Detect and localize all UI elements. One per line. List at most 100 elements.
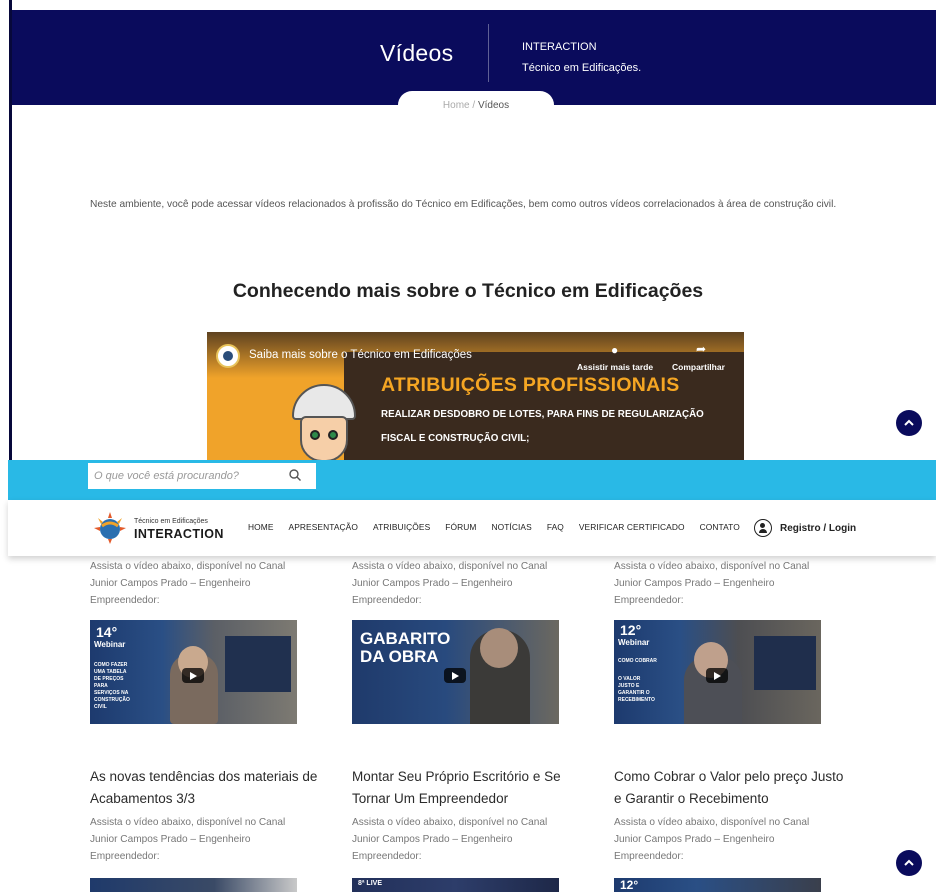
logo-tagline: Técnico em Edificações xyxy=(134,518,208,525)
breadcrumb: Home / Vídeos xyxy=(398,100,554,111)
search-box[interactable] xyxy=(88,463,316,489)
video-title[interactable]: Saiba mais sobre o Técnico em Edificaçõe… xyxy=(249,349,472,361)
watch-later-button[interactable]: Assistir mais tarde xyxy=(577,362,653,372)
top-panel: Vídeos INTERACTION Técnico em Edificaçõe… xyxy=(0,0,936,460)
login-link[interactable]: Registro / Login xyxy=(754,517,856,539)
card-desc-line: Junior Campos Prado – Engenheiro xyxy=(614,834,775,845)
search-bar xyxy=(8,460,936,500)
play-icon[interactable] xyxy=(182,668,204,683)
intro-text: Neste ambiente, você pode acessar vídeos… xyxy=(90,199,837,210)
thumbnail-slide xyxy=(225,636,291,692)
channel-avatar[interactable] xyxy=(216,344,240,368)
card-desc-line: Empreendedor: xyxy=(90,851,160,862)
video-card: As novas tendências dos materiais de Aca… xyxy=(90,766,330,865)
thumbnail-text: O VALOR JUSTO E GARANTIR O RECEBIMENTO xyxy=(618,676,655,703)
card-title[interactable]: Montar Seu Próprio Escritório e Se Torna… xyxy=(352,766,592,810)
hero-subtitle: Técnico em Edificações. xyxy=(522,62,642,74)
thumbnail-text: GABARITO xyxy=(360,629,451,648)
card-title-line: Como Cobrar o Valor pelo preço Justo xyxy=(614,769,844,784)
nav-noticias[interactable]: NOTÍCIAS xyxy=(491,522,531,536)
clock-icon[interactable]: ● xyxy=(611,343,618,357)
nav-contato[interactable]: CONTATO xyxy=(700,522,740,536)
thumbnail-text: Webinar xyxy=(618,638,650,647)
video-thumbnail[interactable]: 14° Webinar COMO FAZER UMA TABELA DE PRE… xyxy=(90,620,297,724)
user-icon xyxy=(754,519,772,537)
nav-menu: HOME APRESENTAÇÃO ATRIBUIÇÕES FÓRUM NOTÍ… xyxy=(248,522,755,536)
card-desc-line: Assista o vídeo abaixo, disponível no Ca… xyxy=(352,817,548,828)
video-thumbnail[interactable] xyxy=(90,878,297,892)
card-title[interactable]: Como Cobrar o Valor pelo preço Justo e G… xyxy=(614,766,854,810)
card-desc-line: Junior Campos Prado – Engenheiro xyxy=(352,578,513,589)
card-title[interactable]: As novas tendências dos materiais de Aca… xyxy=(90,766,330,810)
presenter-head xyxy=(480,628,518,668)
nav-home[interactable]: HOME xyxy=(248,522,274,536)
video-thumbnail[interactable]: 12° xyxy=(614,878,821,892)
card-title-line: Montar Seu Próprio Escritório e Se xyxy=(352,769,561,784)
card-desc-line: Empreendedor: xyxy=(614,595,684,606)
breadcrumb-current: Vídeos xyxy=(477,100,510,111)
hero-divider xyxy=(488,24,489,82)
card-desc-line: Assista o vídeo abaixo, disponível no Ca… xyxy=(352,561,548,572)
video-card: Como Cobrar o Valor pelo preço Justo e G… xyxy=(614,766,854,865)
nav-apresentacao[interactable]: APRESENTAÇÃO xyxy=(289,522,358,536)
worker-character-illustration xyxy=(292,384,356,460)
login-label: Registro / Login xyxy=(780,522,857,534)
video-card: Assista o vídeo abaixo, disponível no Ca… xyxy=(614,558,854,609)
search-input[interactable] xyxy=(94,467,280,485)
card-desc-line: Assista o vídeo abaixo, disponível no Ca… xyxy=(90,817,286,828)
breadcrumb-tab: Home / Vídeos xyxy=(398,91,554,119)
video-text-line-2: FISCAL E CONSTRUÇÃO CIVIL; xyxy=(381,433,530,444)
bottom-panel: Técnico em Edificações INTERACTION HOME … xyxy=(0,460,936,892)
nav-forum[interactable]: FÓRUM xyxy=(445,522,476,536)
left-edge-strip xyxy=(0,0,12,460)
chevron-up-icon xyxy=(904,859,914,866)
play-icon[interactable] xyxy=(444,668,466,683)
card-desc-line: Assista o vídeo abaixo, disponível no Ca… xyxy=(614,817,810,828)
logo-wordmark: INTERACTION xyxy=(134,527,224,541)
thumbnail-text: 12° xyxy=(620,878,639,892)
character-face xyxy=(300,416,348,460)
share-icon[interactable]: ➦ xyxy=(696,342,706,356)
thumbnail-slide xyxy=(754,636,816,690)
card-desc-line: Empreendedor: xyxy=(352,595,422,606)
card-description: Assista o vídeo abaixo, disponível no Ca… xyxy=(90,814,330,865)
hero-brand: INTERACTION xyxy=(522,41,597,53)
chevron-up-icon xyxy=(904,419,914,426)
video-headline: ATRIBUIÇÕES PROFISSIONAIS xyxy=(381,374,680,396)
card-description: Assista o vídeo abaixo, disponível no Ca… xyxy=(614,814,854,865)
video-thumbnail[interactable]: GABARITO DA OBRA xyxy=(352,620,559,724)
search-icon[interactable] xyxy=(288,468,302,482)
card-title-line: e Garantir o Recebimento xyxy=(614,791,769,806)
nav-verificar-certificado[interactable]: VERIFICAR CERTIFICADO xyxy=(579,522,685,536)
video-card: Assista o vídeo abaixo, disponível no Ca… xyxy=(352,558,592,609)
card-description: Assista o vídeo abaixo, disponível no Ca… xyxy=(90,558,330,609)
card-desc-line: Junior Campos Prado – Engenheiro xyxy=(90,834,251,845)
scroll-to-top-button[interactable] xyxy=(896,410,922,436)
site-logo[interactable]: Técnico em Edificações INTERACTION xyxy=(90,508,240,548)
thumbnail-text: COMO FAZER UMA TABELA DE PREÇOS PARA SER… xyxy=(94,662,130,710)
card-desc-line: Junior Campos Prado – Engenheiro xyxy=(614,578,775,589)
card-description: Assista o vídeo abaixo, disponível no Ca… xyxy=(614,558,854,609)
card-title-line: Tornar Um Empreendedor xyxy=(352,791,509,806)
character-eye-right xyxy=(328,430,338,440)
scroll-to-top-button[interactable] xyxy=(896,850,922,876)
card-description: Assista o vídeo abaixo, disponível no Ca… xyxy=(352,814,592,865)
share-button[interactable]: Compartilhar xyxy=(672,362,725,372)
breadcrumb-separator: / xyxy=(472,100,476,111)
card-desc-line: Empreendedor: xyxy=(90,595,160,606)
logo-emblem-icon xyxy=(94,512,126,544)
nav-faq[interactable]: FAQ xyxy=(547,522,564,536)
nav-atribuicoes[interactable]: ATRIBUIÇÕES xyxy=(373,522,430,536)
video-thumbnail[interactable]: 8ª LIVE xyxy=(352,878,559,892)
main-navbar: Técnico em Edificações INTERACTION HOME … xyxy=(8,500,936,556)
thumbnail-text: COMO COBRAR xyxy=(618,658,657,664)
helmet-illustration xyxy=(292,384,356,420)
card-desc-line: Assista o vídeo abaixo, disponível no Ca… xyxy=(90,561,286,572)
video-card: Assista o vídeo abaixo, disponível no Ca… xyxy=(90,558,330,609)
card-desc-line: Empreendedor: xyxy=(614,851,684,862)
card-title-line: Acabamentos 3/3 xyxy=(90,791,196,806)
play-icon[interactable] xyxy=(706,668,728,683)
main-video-player[interactable]: Saiba mais sobre o Técnico em Edificaçõe… xyxy=(207,332,744,460)
video-thumbnail[interactable]: 12° Webinar COMO COBRAR O VALOR JUSTO E … xyxy=(614,620,821,724)
breadcrumb-home[interactable]: Home xyxy=(443,100,470,111)
